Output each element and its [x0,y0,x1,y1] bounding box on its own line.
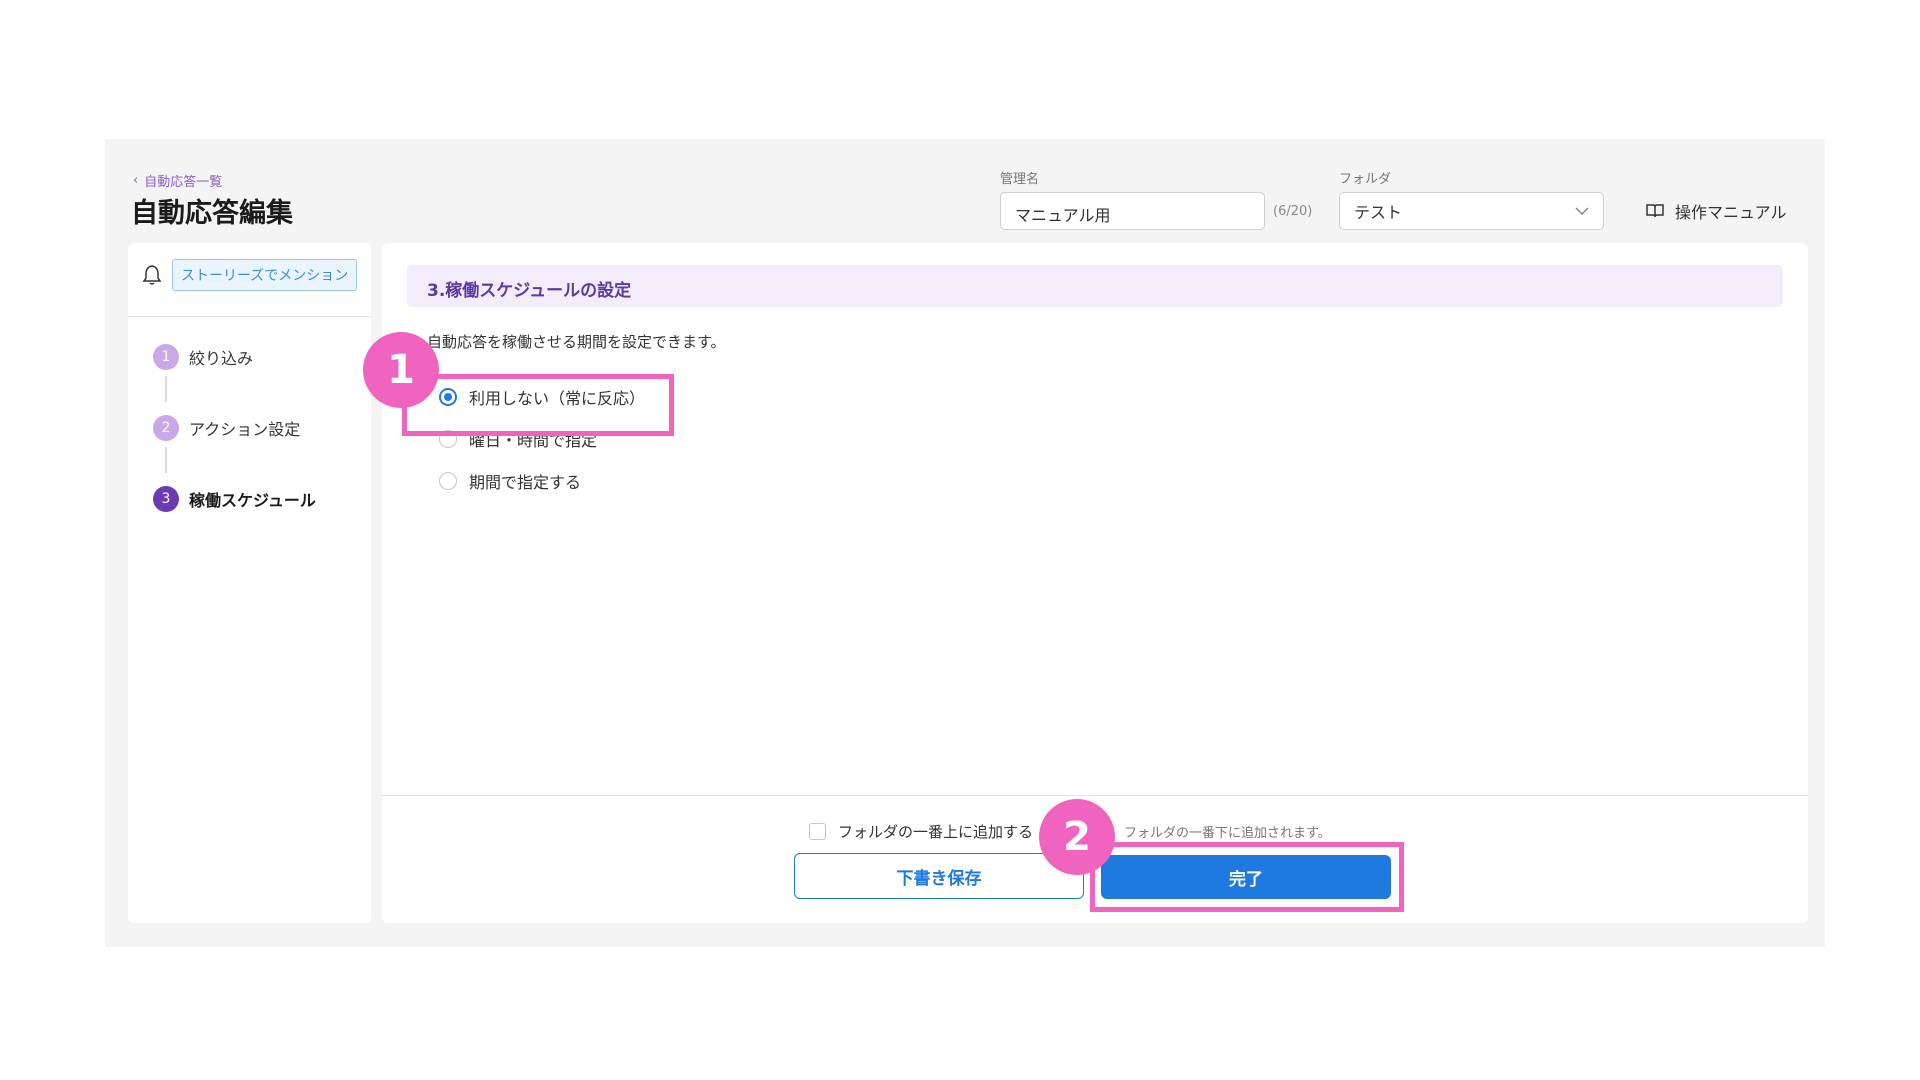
back-link[interactable]: ‹ 自動応答一覧 [133,171,222,190]
step-label: アクション設定 [189,420,301,439]
radio-label: 期間で指定する [469,473,582,492]
step-number: 1 [153,344,179,370]
trigger-tag: ストーリーズでメンション [172,259,358,291]
manual-link[interactable]: 操作マニュアル [1645,199,1787,223]
folder-label: フォルダ [1339,172,1392,187]
callout-badge-1: 1 [363,332,439,408]
add-to-top-label: フォルダの一番上に追加する [838,823,1034,841]
step-action-settings[interactable]: 2 アクション設定 [153,415,300,441]
admin-name-label: 管理名 [1000,172,1040,187]
radio-button[interactable] [439,472,457,490]
admin-name-input[interactable]: マニュアル用 [1000,192,1265,230]
add-to-top-hint: 場合、フォルダの一番下に追加されます。 [1085,826,1331,841]
trigger-tag-row: ストーリーズでメンション [142,259,358,291]
add-to-top-checkbox[interactable] [809,823,826,840]
step-connector [165,447,167,473]
chevron-left-icon: ‹ [133,173,139,188]
sidebar-divider [128,316,371,317]
folder-select[interactable]: テスト [1339,192,1604,230]
book-icon [1646,204,1664,218]
callout-badge-2: 2 [1039,799,1115,875]
footer-divider [382,795,1808,796]
page-title: 自動応答編集 [131,198,293,229]
highlight-box-2 [1090,842,1404,912]
manual-link-label: 操作マニュアル [1675,203,1787,222]
bell-icon [142,265,162,285]
chevron-down-icon [1575,206,1589,215]
step-label: 絞り込み [189,349,254,368]
folder-select-value: テスト [1354,203,1403,222]
section-title: 3.稼働スケジュールの設定 [407,265,1783,307]
radio-option-period[interactable]: 期間で指定する [439,469,581,493]
admin-name-counter: (6/20) [1273,204,1313,219]
editor-frame: ‹ 自動応答一覧 自動応答編集 管理名 マニュアル用 (6/20) フォルダ テ… [105,139,1825,947]
step-schedule[interactable]: 3 稼働スケジュール [153,486,316,512]
save-draft-button[interactable]: 下書き保存 [794,853,1084,899]
step-number: 2 [153,415,179,441]
step-filter[interactable]: 1 絞り込み [153,344,253,370]
highlight-box-1 [402,374,674,436]
step-connector [165,376,167,402]
step-label: 稼働スケジュール [189,491,316,510]
back-link-label: 自動応答一覧 [144,175,223,190]
sidebar: ストーリーズでメンション 1 絞り込み 2 アクション設定 3 稼働スケジュール [128,243,371,923]
section-description: 自動応答を稼働させる期間を設定できます。 [427,333,726,351]
step-number: 3 [153,486,179,512]
